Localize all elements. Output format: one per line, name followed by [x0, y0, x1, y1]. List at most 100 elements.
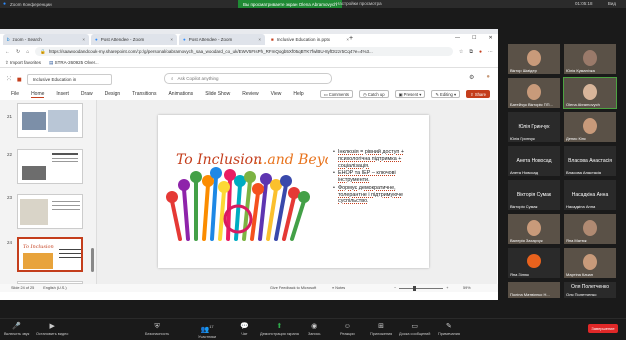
zoom-percentage[interactable]: 59% — [463, 286, 471, 290]
participant-tile[interactable]: Анета Новосад Анета Новосад — [508, 146, 560, 176]
ribbon-tab-home[interactable]: Home — [31, 91, 45, 98]
participant-tile[interactable]: Валерія Захарчук — [508, 214, 560, 244]
current-slide[interactable]: To Inclusion ...and Beyond! — [158, 115, 429, 268]
minimize-icon[interactable]: — — [455, 35, 460, 41]
close-tab-icon[interactable]: × — [258, 37, 261, 42]
extensions-icon[interactable]: ⧉ — [469, 49, 473, 55]
zoom-slider-thumb[interactable] — [413, 285, 417, 291]
notes-toolbar-button[interactable]: ✎ Примечания — [438, 323, 460, 336]
participant-tile[interactable]: Насадкіна Анна Насадкіна Анна — [564, 180, 616, 210]
chat-button[interactable]: 💬 Чат — [240, 323, 249, 336]
view-options-menu[interactable]: Настройки просмотра — [336, 1, 382, 6]
ribbon-tab-review[interactable]: Review — [242, 91, 258, 97]
zoom-slider[interactable] — [399, 285, 444, 291]
new-tab-button[interactable]: + — [349, 35, 353, 42]
participant-tile[interactable]: Яна Зілюк — [508, 248, 560, 278]
participant-tile[interactable]: Юлія Куманічка — [564, 44, 616, 74]
zoom-in-icon[interactable]: + — [446, 286, 448, 290]
browser-tab[interactable]: b zoom - Search × — [3, 34, 89, 45]
language-indicator[interactable]: English (U.S.) — [43, 286, 66, 290]
browser-tab[interactable]: ● Post Attendee - Zoom × — [179, 34, 265, 45]
reactions-button[interactable]: ☺ Реакции — [340, 323, 355, 336]
copilot-search[interactable]: ⌕ Ask Copilot anything — [164, 73, 332, 84]
back-icon[interactable]: ← — [5, 49, 10, 55]
catch-up-button[interactable]: ◷ Catch up — [358, 90, 389, 98]
bookmark-import[interactable]: ⇪ Import favorites — [5, 60, 41, 66]
end-meeting-button[interactable]: Завершение — [588, 324, 618, 333]
apps-button[interactable]: ⊞ Приложения — [370, 323, 392, 336]
participant-video — [583, 118, 597, 134]
participant-tile[interactable]: Батейчук Вікторія ПП... — [508, 78, 560, 108]
ribbon-tab-design[interactable]: Design — [105, 91, 121, 97]
close-tab-icon[interactable]: × — [170, 37, 173, 42]
participant-tile[interactable]: Яна Матюк — [564, 214, 616, 244]
thumbnail-number: 21 — [7, 114, 13, 119]
slide-thumbnail[interactable] — [17, 194, 83, 229]
account-avatar[interactable]: ● — [486, 74, 490, 81]
ribbon-tabs: File Home Insert Draw Design Transitions… — [0, 89, 498, 99]
ribbon-tab-help[interactable]: Help — [293, 91, 303, 97]
unmute-button[interactable]: 🎤 Включить звук — [4, 323, 29, 336]
slide-count: Slide 24 of 25 — [11, 286, 35, 290]
file-name-field[interactable]: Inclusive Education in — [26, 73, 112, 85]
slide-thumbnail-selected[interactable]: To Inclusion — [17, 237, 83, 272]
slide-thumbnail[interactable] — [17, 103, 83, 138]
close-icon[interactable]: ✕ — [488, 35, 492, 41]
more-icon[interactable]: ⋯ — [488, 49, 493, 55]
share-screen-button[interactable]: ⬆ Демонстрация экрана — [260, 323, 299, 336]
notes-button[interactable]: ≡ Notes — [332, 286, 345, 290]
participant-tile[interactable]: Денис Кінс — [564, 112, 616, 142]
participant-tile[interactable]: Вікторія Сумак Вікторія Сумак — [508, 180, 560, 210]
browser-tab[interactable]: ● Post Attendee - Zoom × — [91, 34, 177, 45]
share-button[interactable]: ⇪ Share — [466, 90, 490, 98]
ribbon-tab-animations[interactable]: Animations — [168, 91, 193, 97]
reload-icon[interactable]: ↻ — [16, 49, 20, 55]
slide-bullets[interactable]: Інклюзія = рівний доступ + психологічна … — [333, 149, 421, 206]
app-launcher-icon[interactable]: ⁙ — [6, 75, 12, 83]
ribbon-tab-insert[interactable]: Insert — [56, 91, 69, 97]
ribbon-tab-file[interactable]: File — [11, 91, 19, 97]
stop-video-button[interactable]: ▶ Остановить видео — [36, 323, 68, 336]
ribbon-tab-transitions[interactable]: Transitions — [132, 91, 156, 97]
slide-bullet: Інклюзія = рівний доступ + психологічна … — [333, 149, 421, 169]
slide-thumbnail[interactable] — [17, 149, 83, 184]
participants-button[interactable]: 👥17 Участники — [198, 323, 216, 339]
control-label: Примечания — [438, 332, 460, 336]
window-controls: — ☐ ✕ — [455, 35, 493, 41]
participant-tile-active-speaker[interactable]: Olena Abramovych — [563, 77, 617, 109]
security-button[interactable]: ⛨ Безопасность — [145, 323, 169, 336]
thumbnail-scrollbar[interactable] — [91, 248, 94, 272]
participant-tile[interactable]: Поліна Матвієнко Н... — [508, 282, 560, 298]
feedback-link[interactable]: Give Feedback to Microsoft — [270, 286, 316, 290]
participant-tile[interactable]: Власова Анастасія Власова Анастасія — [564, 146, 616, 176]
view-button[interactable]: Вид — [608, 1, 616, 6]
maximize-icon[interactable]: ☐ — [472, 35, 476, 41]
star-icon[interactable]: ☆ — [459, 49, 463, 55]
home-icon[interactable]: ⌂ — [26, 49, 29, 55]
comments-button[interactable]: ▭ Comments — [319, 90, 353, 98]
profile-icon[interactable]: ● — [479, 49, 482, 55]
url-field[interactable]: 🔒 https://saawoodandcouk-my.sharepoint.co… — [35, 47, 453, 56]
zoom-control[interactable]: − + — [394, 285, 448, 291]
bookmark-stra[interactable]: ▤ STRA-260925 Olver... — [49, 60, 99, 66]
search-icon: ⌕ — [171, 76, 174, 81]
camera-icon: ▶ — [49, 323, 55, 330]
browser-tab-active[interactable]: ■ Inclusive Education in.pptx × — [267, 34, 353, 45]
present-label: Present — [403, 91, 419, 97]
ribbon-tab-view[interactable]: View — [271, 91, 282, 97]
editing-button[interactable]: ✎ Editing ▾ — [431, 90, 461, 98]
record-button[interactable]: ◉ Запись — [308, 323, 320, 336]
control-label: Реакции — [340, 332, 355, 336]
close-tab-icon[interactable]: × — [82, 37, 85, 42]
participant-tile[interactable]: Оля Полетченко Оля Полетченко — [564, 282, 616, 298]
participant-tile[interactable]: Мартіна Качан — [564, 248, 616, 278]
ribbon-tab-draw[interactable]: Draw — [81, 91, 93, 97]
whiteboard-button[interactable]: ▭ Доска сообщений — [399, 323, 430, 336]
participant-tile[interactable]: Юлія Гринчук Юлія Гринчук — [508, 112, 560, 142]
participant-tile[interactable]: Віктор Шмідер — [508, 44, 560, 74]
present-button[interactable]: ▣ Present ▾ — [394, 90, 426, 98]
participant-avatar — [527, 254, 541, 268]
ribbon-tab-slideshow[interactable]: Slide Show — [205, 91, 230, 97]
zoom-out-icon[interactable]: − — [394, 286, 396, 290]
settings-icon[interactable]: ⚙ — [469, 74, 474, 81]
